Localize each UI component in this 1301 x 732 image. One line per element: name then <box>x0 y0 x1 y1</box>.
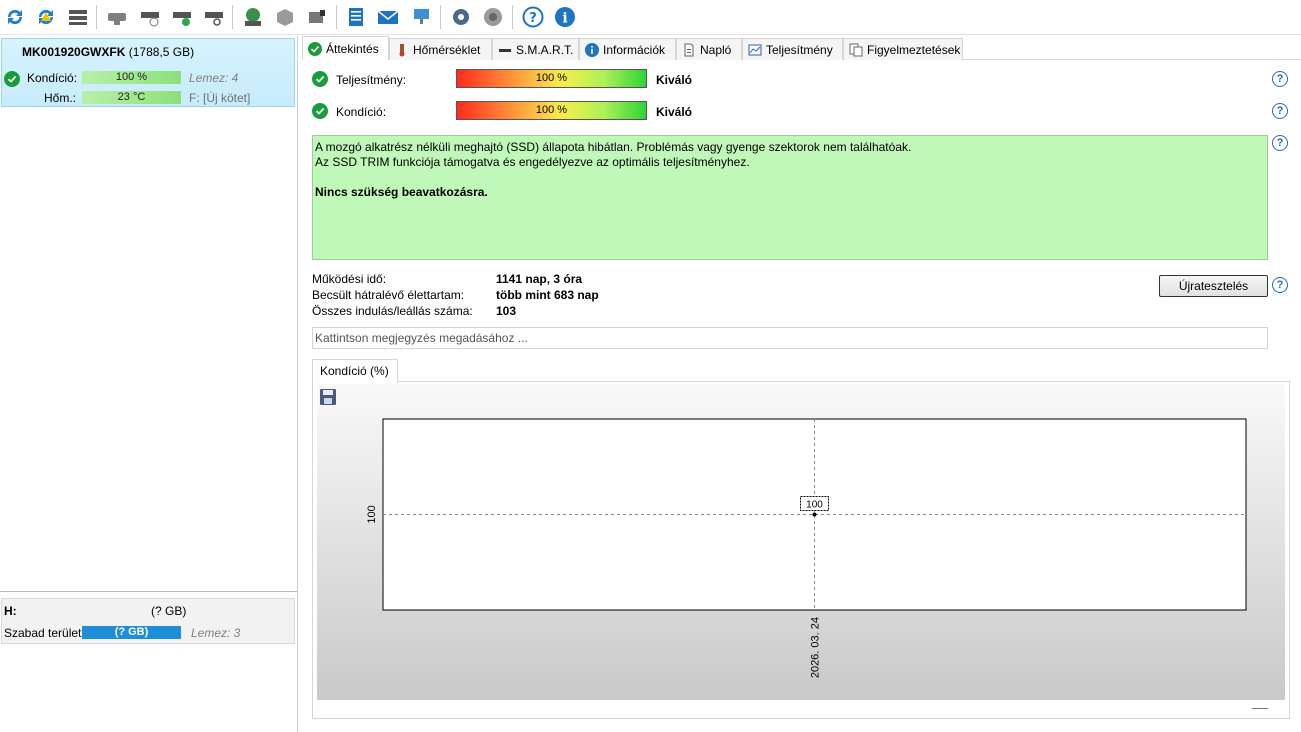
disk-list-icon[interactable] <box>65 4 91 30</box>
condition-chart: 100 100 2026. 03. 24 <box>366 418 1247 678</box>
notepad-icon[interactable] <box>343 4 369 30</box>
disk-clock-icon[interactable] <box>137 4 163 30</box>
free-space-label: Szabad terület <box>4 626 82 640</box>
lifetime-label: Becsült hátralévő élettartam: <box>312 288 465 302</box>
retest-help-icon[interactable]: ? <box>1272 277 1288 293</box>
disk-title: MK001920GWXFK (1788,5 GB) <box>22 45 194 59</box>
condition-label: Kondíció: <box>27 71 78 85</box>
performance-ok-icon <box>312 71 328 87</box>
tab-label: S.M.A.R.T. <box>516 42 574 57</box>
point-label: 100 <box>806 500 823 511</box>
tab-5[interactable]: Napló <box>676 38 742 60</box>
status-message-box[interactable]: A mozgó alkatrész nélküli meghajtó (SSD)… <box>312 135 1268 260</box>
disk-gray-icon[interactable] <box>104 4 130 30</box>
toolbar-separator <box>232 5 233 29</box>
tab-label: Információk <box>603 42 666 57</box>
disk-size: (1788,5 GB) <box>128 45 195 59</box>
tab-label: Napló <box>700 42 732 57</box>
tab-label: Figyelmeztetések <box>867 42 961 57</box>
condition-ok-icon <box>312 103 328 119</box>
refresh-icon[interactable] <box>2 4 28 30</box>
disk-index: Lemez: 4 <box>189 71 239 85</box>
speaker-icon[interactable] <box>480 4 506 30</box>
status-message-line2: Az SSD TRIM funkciója támogatva és enged… <box>315 155 750 169</box>
uptime-value: 1141 nap, 3 óra <box>496 272 583 286</box>
globe-icon[interactable] <box>240 4 266 30</box>
svg-text:?: ? <box>529 11 537 26</box>
condition-help-icon[interactable]: ? <box>1272 103 1288 119</box>
info-icon[interactable]: i <box>552 4 578 30</box>
status-message-line1: A mozgó alkatrész nélküli meghajtó (SSD)… <box>315 140 912 154</box>
performance-bar: 100 % <box>456 69 647 88</box>
toolbar: ? i <box>0 0 1301 35</box>
tab-bar: Áttekintés Hőmérséklet S.M.A.R.T. Informáci… <box>302 36 1301 60</box>
condition-bar-main: 100 % <box>456 101 647 120</box>
thermometer-icon <box>395 43 409 57</box>
message-help-icon[interactable]: ? <box>1272 135 1288 151</box>
info-icon <box>585 42 599 57</box>
y-tick-label: 100 <box>366 505 378 523</box>
volume-card[interactable]: H: (? GB) Szabad terület (? GB) Lemez: 3 <box>1 598 295 644</box>
check-icon <box>308 41 322 56</box>
drive-list-panel: MK001920GWXFK (1788,5 GB) Kondíció: 100 … <box>0 36 298 732</box>
startstop-value: 103 <box>496 304 517 318</box>
tab-1[interactable]: Áttekintés <box>302 36 389 60</box>
tab-label: Teljesítmény <box>766 42 833 57</box>
help-icon[interactable]: ? <box>520 4 546 30</box>
network-icon[interactable] <box>408 4 434 30</box>
performance-help-icon[interactable]: ? <box>1272 71 1288 87</box>
tab-4[interactable]: Információk <box>579 38 676 60</box>
lifetime-value: több mint 683 nap <box>496 288 599 302</box>
volume-disk-index: Lemez: 3 <box>191 626 241 640</box>
temp-label: Hőm.: <box>44 91 77 105</box>
tab-label: Áttekintés <box>326 41 379 56</box>
disk-search-icon[interactable] <box>201 4 227 30</box>
performance-rating: Kiváló <box>656 73 693 87</box>
document-icon <box>682 43 696 57</box>
toolbar-separator <box>96 5 97 29</box>
warnings-icon <box>849 43 863 57</box>
volume-letter: H: <box>4 604 17 618</box>
disk-check-icon[interactable] <box>169 4 195 30</box>
temp-bar: 23 °C <box>82 91 181 104</box>
volume-info: F: [Új kötet] <box>189 91 251 105</box>
chart-icon <box>748 43 762 57</box>
svg-text:i: i <box>562 11 567 27</box>
performance-label: Teljesítmény: <box>336 73 407 87</box>
settings-icon[interactable] <box>448 4 474 30</box>
tab-2[interactable]: Hőmérséklet <box>389 38 492 60</box>
refresh-warning-icon[interactable] <box>33 4 59 30</box>
check-icon <box>4 71 20 87</box>
retest-button[interactable]: Újratesztelés <box>1159 275 1268 297</box>
divider <box>0 591 297 592</box>
condition-label-main: Kondíció: <box>336 105 387 119</box>
tab-6[interactable]: Teljesítmény <box>742 38 843 60</box>
condition-bar: 100 % <box>82 71 181 84</box>
toolbar-separator <box>440 5 441 29</box>
disk-name: MK001920GWXFK <box>22 45 126 59</box>
toolbar-separator <box>336 5 337 29</box>
volume-size: (? GB) <box>151 604 187 618</box>
drive-icon[interactable] <box>304 4 330 30</box>
startstop-label: Összes indulás/leállás száma: <box>312 304 473 318</box>
toolbar-separator <box>512 5 513 29</box>
disk-card[interactable]: MK001920GWXFK (1788,5 GB) Kondíció: 100 … <box>1 38 295 107</box>
mail-icon[interactable] <box>375 4 401 30</box>
tab-3[interactable]: S.M.A.R.T. <box>492 38 579 60</box>
server-icon[interactable] <box>272 4 298 30</box>
data-point <box>812 512 817 517</box>
dash-icon <box>498 43 512 57</box>
tab-7[interactable]: Figyelmeztetések <box>843 38 963 60</box>
tab-condition-chart[interactable]: Kondíció (%) <box>312 359 398 382</box>
uptime-label: Működési idő: <box>312 272 387 286</box>
tab-label: Hőmérséklet <box>413 42 481 57</box>
x-tick-label: 2026. 03. 24 <box>810 617 822 678</box>
status-message-bold: Nincs szükség beavatkozásra. <box>315 185 488 199</box>
free-space-bar: (? GB) <box>82 626 181 639</box>
note-input[interactable]: Kattintson megjegyzés megadásához ... <box>312 327 1268 349</box>
condition-rating: Kiváló <box>656 105 693 119</box>
scrollbar-handle[interactable] <box>1252 708 1268 709</box>
